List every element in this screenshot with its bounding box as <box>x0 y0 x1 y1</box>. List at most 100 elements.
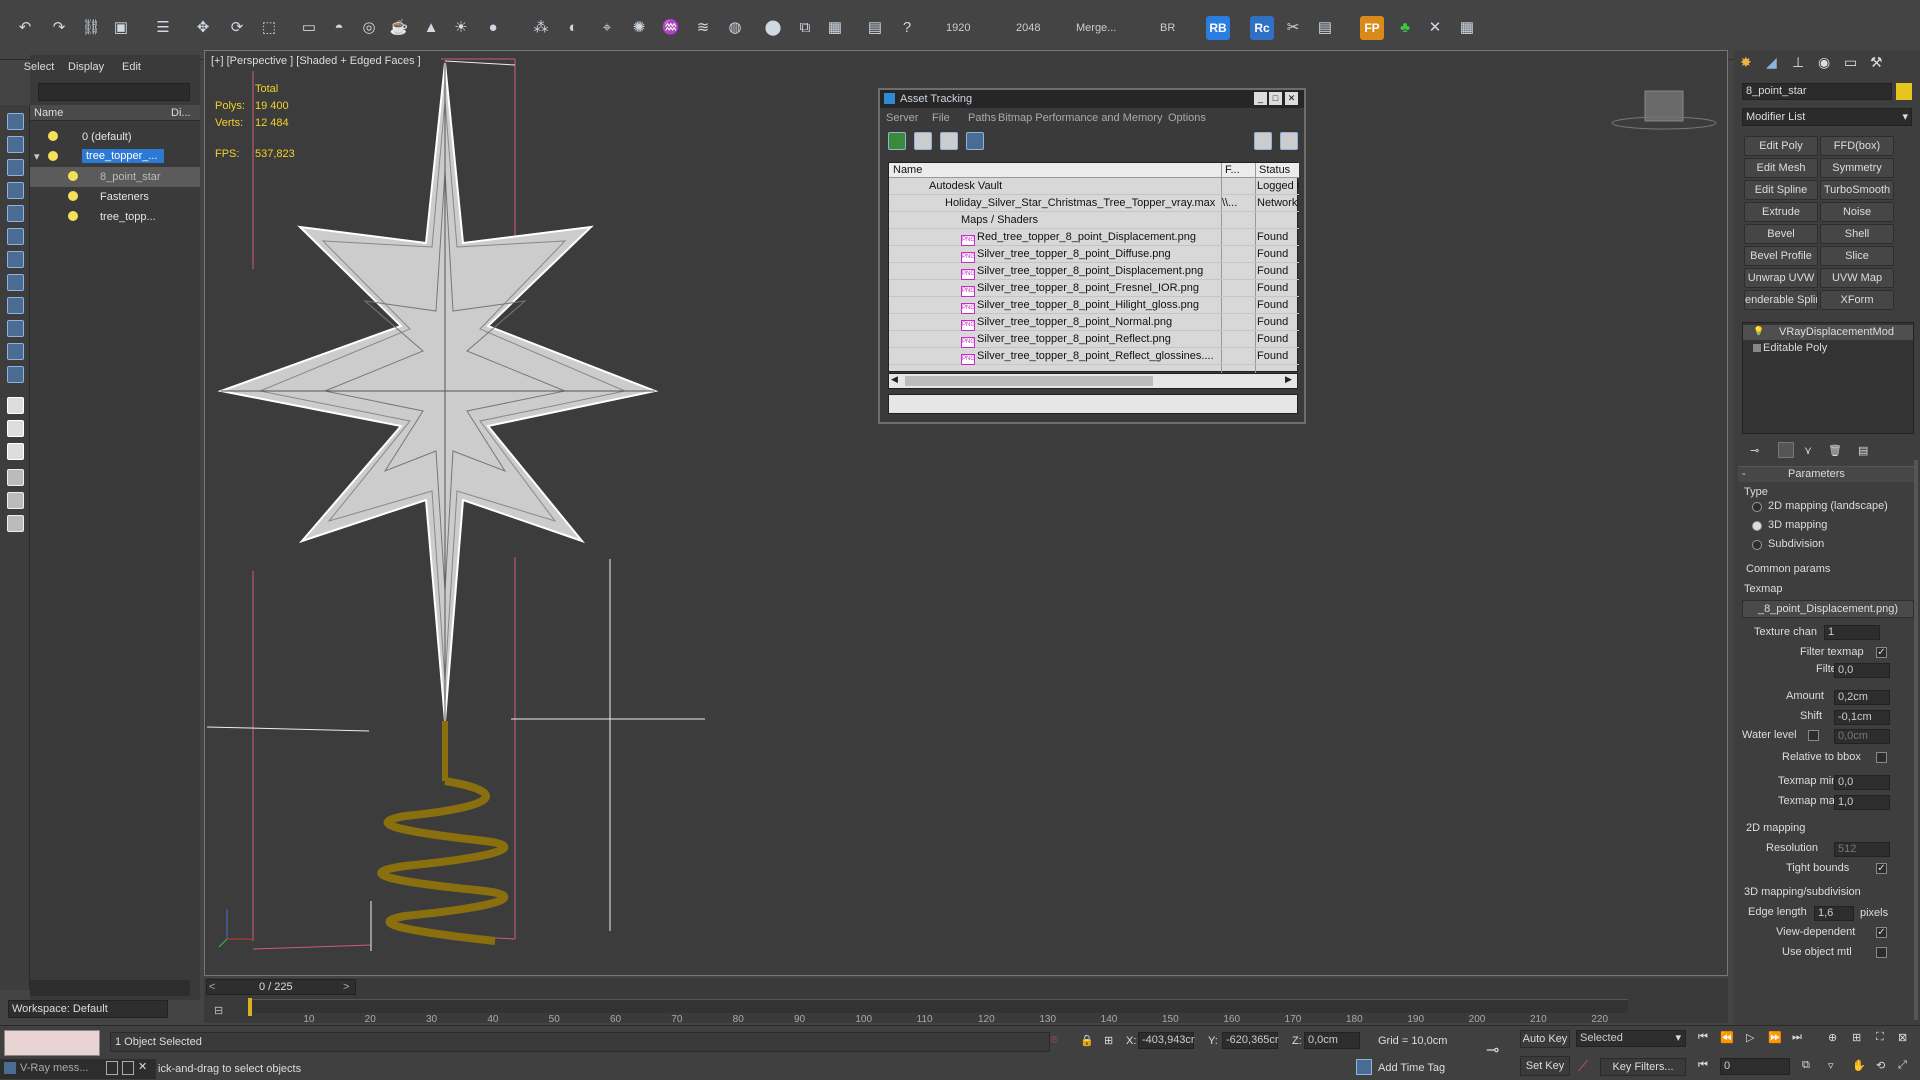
hair-icon[interactable]: ≋ <box>690 14 716 40</box>
light-bulb-icon[interactable] <box>68 191 78 201</box>
menu-server[interactable]: Server <box>886 112 918 124</box>
light-bulb-icon[interactable] <box>48 131 58 141</box>
auto-key-button[interactable]: Auto Key <box>1520 1030 1570 1048</box>
fp-button[interactable]: FP <box>1360 16 1384 40</box>
y-coordinate-field[interactable]: -620,365cr <box>1222 1032 1279 1049</box>
refresh-icon[interactable] <box>888 132 906 150</box>
fur-icon[interactable]: ♒ <box>658 14 684 40</box>
stack-item-vray-displacement[interactable]: 💡 VRayDisplacementMod <box>1743 325 1913 340</box>
table-view-icon[interactable] <box>966 132 984 150</box>
time-slider[interactable]: < 0 / 225 > <box>206 979 356 995</box>
settings-icon[interactable] <box>1280 132 1298 150</box>
play-icon[interactable]: ▷ <box>1746 1031 1754 1044</box>
merge-button[interactable]: Merge... <box>1076 22 1116 34</box>
modifier-button[interactable]: Unwrap UVW <box>1744 268 1818 288</box>
scroll-thumb[interactable] <box>905 376 1153 386</box>
render-width[interactable]: 1920 <box>946 22 970 34</box>
resolution-spinner[interactable]: 512 <box>1834 842 1890 857</box>
radio-3d-mapping[interactable] <box>1752 521 1762 531</box>
amount-spinner[interactable]: 0,2cm <box>1834 690 1890 705</box>
tools-icon[interactable]: ✂ <box>1280 14 1306 40</box>
asset-row-map[interactable]: PNG Silver_tree_topper_8_point_Fresnel_IO… <box>889 280 1299 297</box>
scene-hscroll[interactable] <box>30 980 190 996</box>
command-panel-scrollbar[interactable] <box>1914 460 1918 1020</box>
sort-icon[interactable] <box>7 443 24 460</box>
asset-row-maps-shaders[interactable]: Maps / Shaders <box>889 212 1299 229</box>
key-icon[interactable]: ⊸ <box>1486 1040 1499 1060</box>
x-coordinate-field[interactable]: -403,943cr <box>1138 1032 1195 1049</box>
next-frame-icon[interactable]: > <box>343 981 349 993</box>
relative-bbox-checkbox[interactable] <box>1876 752 1887 763</box>
particles-icon[interactable]: ⁂ <box>528 14 554 40</box>
pin-icon[interactable]: ⊸ <box>1750 444 1759 457</box>
motion-tab-icon[interactable]: ◉ <box>1818 54 1830 71</box>
current-frame-field[interactable]: 0 <box>1720 1058 1790 1075</box>
column-display[interactable]: Di... <box>171 107 191 119</box>
rb-button[interactable]: RB <box>1206 16 1230 40</box>
workspace-dropdown[interactable]: Workspace: Default <box>8 1000 168 1018</box>
modifier-button[interactable]: TurboSmooth <box>1820 180 1894 200</box>
modifier-list-dropdown[interactable]: Modifier List ▾ <box>1742 108 1912 126</box>
br-button[interactable]: BR <box>1160 22 1175 34</box>
close-icon[interactable]: ✕ <box>138 1060 147 1073</box>
rc-button[interactable]: Rc <box>1250 16 1274 40</box>
scroll-right-icon[interactable]: ▶ <box>1285 374 1292 385</box>
orbit-icon[interactable]: ⟲ <box>1876 1059 1885 1072</box>
object-name-field[interactable]: 8_point_star <box>1742 83 1892 100</box>
render-setup-icon[interactable]: ⧉ <box>792 14 818 40</box>
modifier-button[interactable]: Extrude <box>1744 202 1818 222</box>
table-icon[interactable]: ▦ <box>1454 14 1480 40</box>
xrefs-icon[interactable] <box>7 320 24 337</box>
scene-row-8-point-star[interactable]: 8_point_star <box>30 167 200 187</box>
helpers-icon[interactable] <box>7 251 24 268</box>
asset-table-hscroll[interactable]: ◀ ▶ <box>888 373 1298 389</box>
modifier-button[interactable]: FFD(box) <box>1820 136 1894 156</box>
light-icon[interactable]: ☀ <box>448 14 474 40</box>
asset-row-map[interactable]: PNG Silver_tree_topper_8_point_Diffuse.pn… <box>889 246 1299 263</box>
zoom-extents-icon[interactable]: ⛶ <box>1876 1031 1884 1044</box>
view-cube[interactable] <box>1611 90 1717 130</box>
modifier-button[interactable]: UVW Map <box>1820 268 1894 288</box>
help-query-icon[interactable] <box>1254 132 1272 150</box>
zoom-all-icon[interactable]: ⊞ <box>1852 1031 1861 1044</box>
scene-icon[interactable] <box>7 113 24 130</box>
asset-row-map[interactable]: PNG Silver_tree_topper_8_point_Normal.png… <box>889 314 1299 331</box>
bones-icon[interactable] <box>7 343 24 360</box>
create-tab-icon[interactable]: ✸ <box>1740 54 1752 71</box>
menu-select[interactable]: Select <box>20 61 58 73</box>
close-icon[interactable]: ✕ <box>1285 92 1298 105</box>
asset-row-map[interactable]: PNG Silver_tree_topper_8_point_Reflect.pn… <box>889 331 1299 348</box>
next-frame-icon[interactable]: ⏩ <box>1768 1031 1782 1044</box>
modify-tab-icon[interactable]: ◢ <box>1766 54 1777 71</box>
modifier-button[interactable]: Symmetry <box>1820 158 1894 178</box>
torus-icon[interactable]: ◎ <box>356 14 382 40</box>
select-by-name-icon[interactable]: ☰ <box>150 14 176 40</box>
track-bar[interactable] <box>248 998 1628 1016</box>
column-full-path[interactable]: F... <box>1225 164 1240 176</box>
scene-search-input[interactable] <box>38 83 190 101</box>
modifier-button[interactable]: Edit Mesh <box>1744 158 1818 178</box>
modifier-button[interactable]: Edit Poly <box>1744 136 1818 156</box>
light-bulb-icon[interactable] <box>48 151 58 161</box>
set-key-icon[interactable]: ⟋ <box>1578 1058 1588 1075</box>
use-object-mtl-checkbox[interactable] <box>1876 947 1887 958</box>
sun-icon[interactable]: ● <box>480 14 506 40</box>
hierarchy-icon[interactable] <box>7 492 24 509</box>
lock-selection-icon[interactable]: 🔒 <box>1080 1034 1094 1047</box>
menu-bitmap-performance[interactable]: Bitmap Performance and Memory <box>998 112 1162 124</box>
scene-row-tree-topper[interactable]: ▾ tree_topper_... <box>30 147 200 167</box>
menu-file[interactable]: File <box>932 112 950 124</box>
move-icon[interactable]: ✥ <box>190 14 216 40</box>
pan-icon[interactable]: ✋ <box>1852 1059 1866 1072</box>
dialog-titlebar[interactable]: Asset Tracking _ □ ✕ <box>880 90 1304 108</box>
modifier-button[interactable]: Shell <box>1820 224 1894 244</box>
asset-row-map[interactable]: PNG Silver_tree_topper_8_point_Displaceme… <box>889 263 1299 280</box>
time-config-icon[interactable]: ⧉ <box>1802 1059 1810 1072</box>
minimize-icon[interactable]: _ <box>1254 92 1267 105</box>
expand-box-icon[interactable] <box>1753 344 1761 352</box>
funnel-icon[interactable] <box>7 469 24 486</box>
spacewarps-icon[interactable] <box>7 274 24 291</box>
box-icon[interactable]: ▭ <box>296 14 322 40</box>
column-name[interactable]: Name <box>34 107 63 119</box>
particles-filter-icon[interactable] <box>7 366 24 383</box>
